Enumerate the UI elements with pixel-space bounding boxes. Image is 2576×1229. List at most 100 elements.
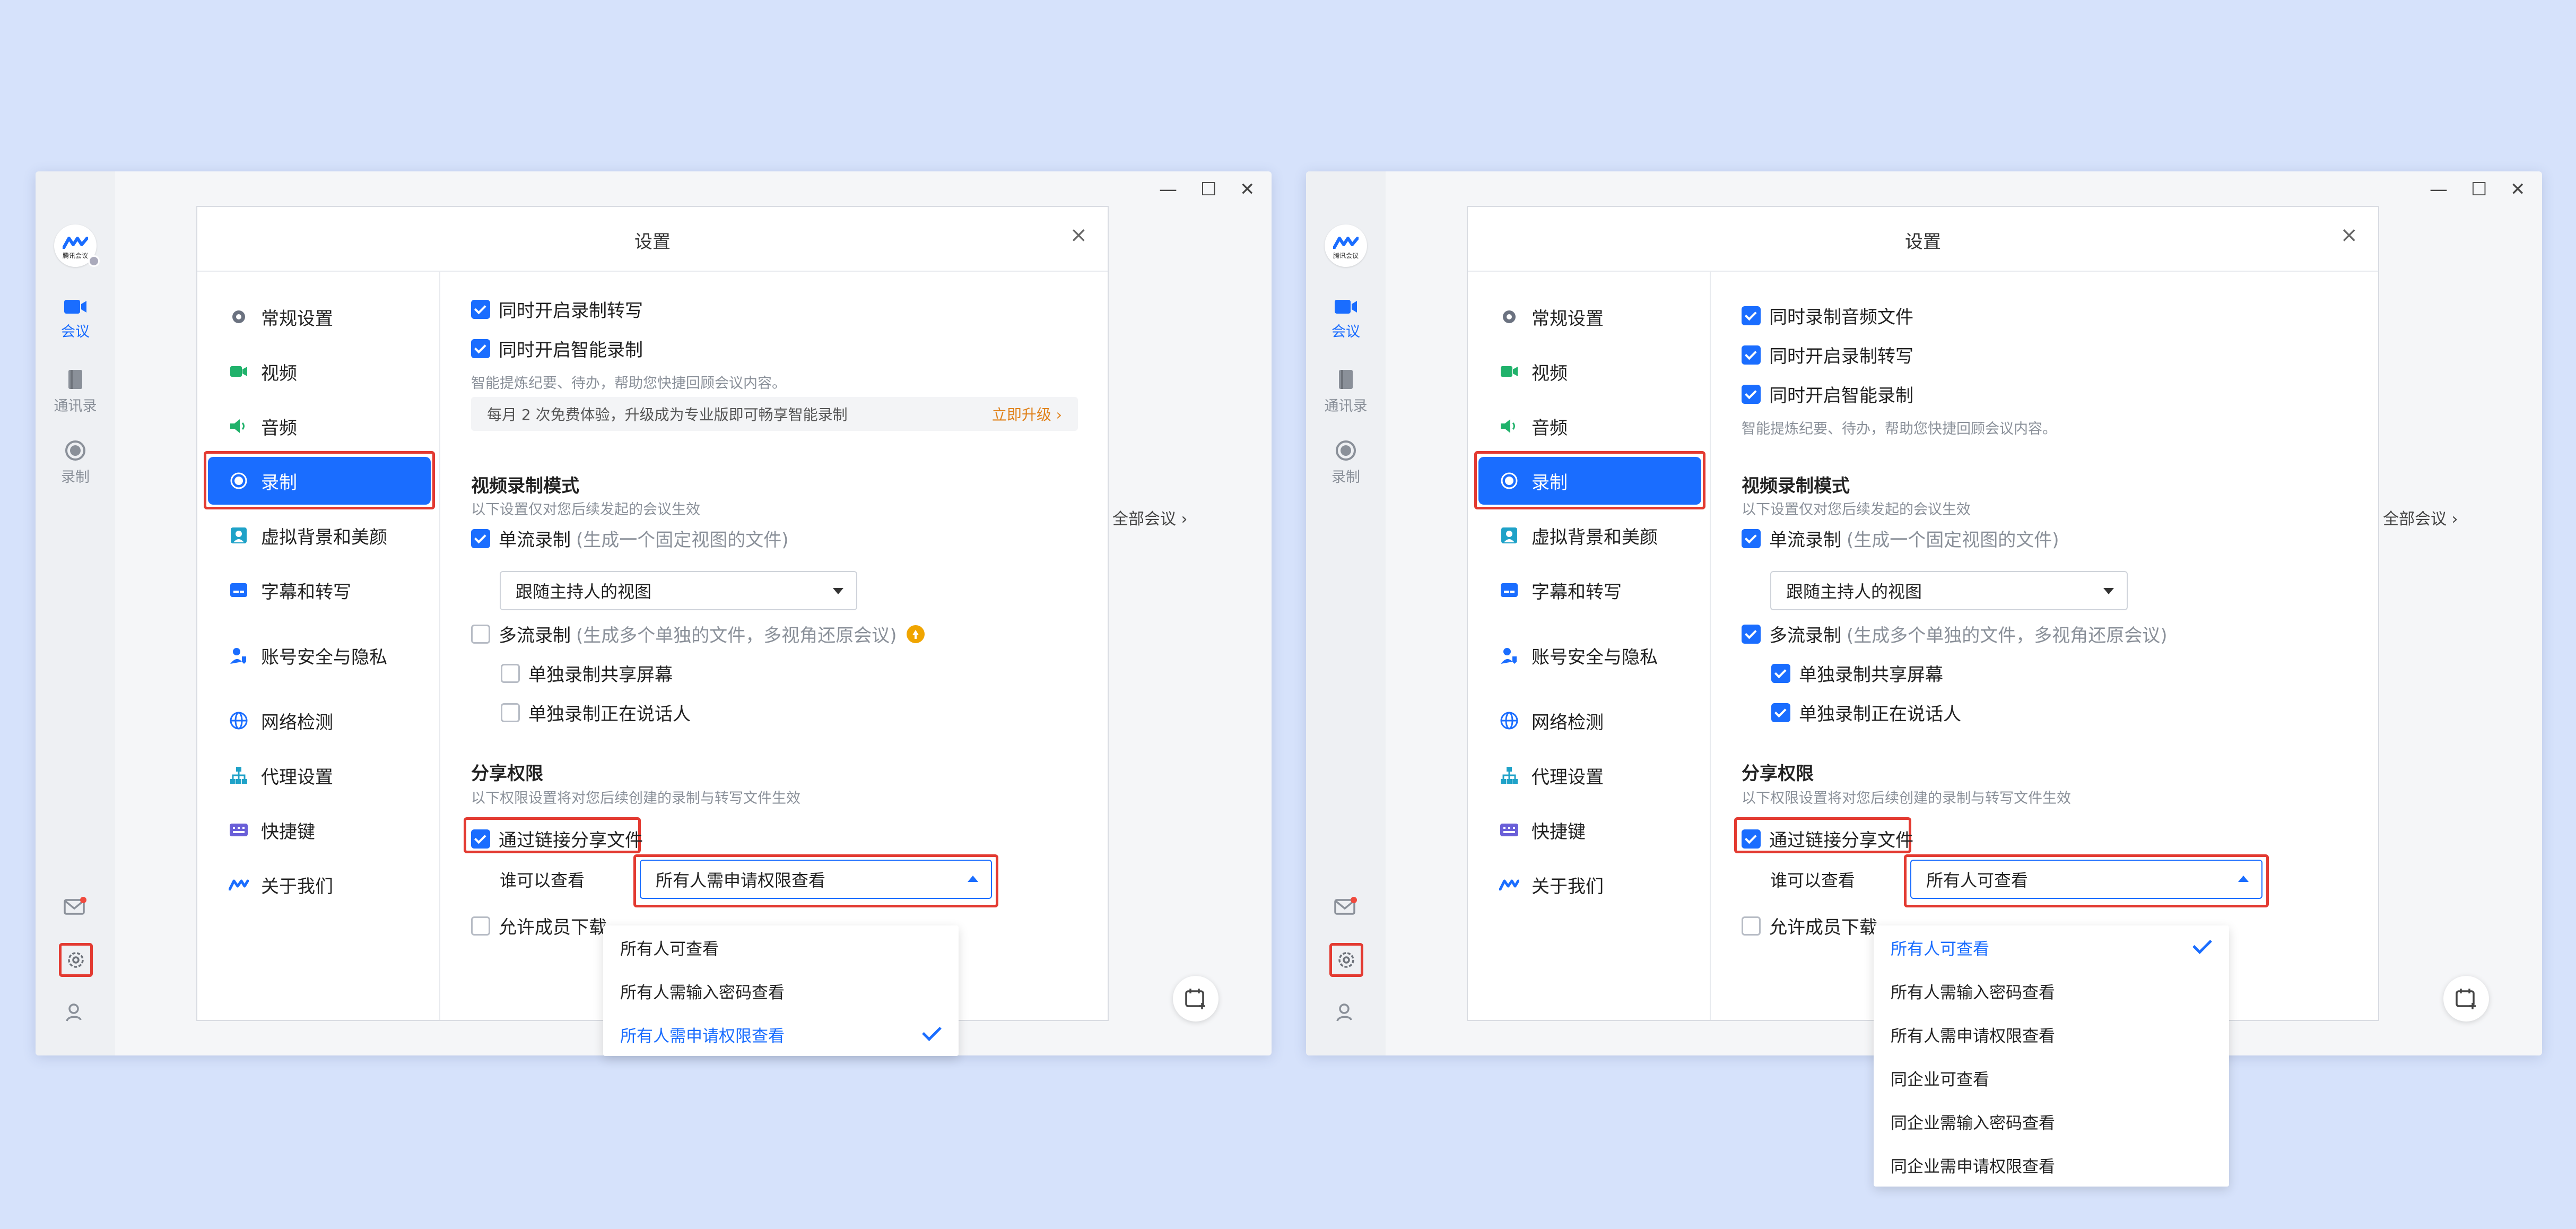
permission-option[interactable]: 所有人需输入密码查看 <box>1874 969 2229 1012</box>
solo-speaker-option[interactable]: 单独录制正在说话人 <box>1771 699 1961 725</box>
rec-transcribe-checkbox[interactable] <box>1742 345 1761 365</box>
settings-button[interactable] <box>1329 943 1363 977</box>
permission-select[interactable]: 所有人需申请权限查看 <box>640 860 992 899</box>
solo-screen-checkbox[interactable] <box>501 663 520 683</box>
nav-network-test[interactable]: 网络检测 <box>208 697 431 745</box>
rail-item-contacts[interactable]: 通讯录 <box>36 369 115 415</box>
multi-stream-checkbox[interactable] <box>1742 624 1761 644</box>
smart-record-checkbox[interactable] <box>1742 384 1761 404</box>
nav-security[interactable]: 账号安全与隐私 <box>208 631 431 679</box>
nav-proxy[interactable]: 代理设置 <box>208 751 431 799</box>
permission-option-selected[interactable]: 所有人需申请权限查看 <box>603 1012 959 1056</box>
gear-icon <box>1338 952 1354 968</box>
solo-speaker-option[interactable]: 单独录制正在说话人 <box>501 699 691 725</box>
minimize-button[interactable]: — <box>2430 179 2448 200</box>
solo-screen-option[interactable]: 单独录制共享屏幕 <box>501 660 673 686</box>
nav-about[interactable]: 关于我们 <box>1478 861 1701 908</box>
nav-audio[interactable]: 音频 <box>1478 402 1701 450</box>
dialog-close-button[interactable]: × <box>2340 223 2358 247</box>
nav-shortcuts[interactable]: 快捷键 <box>1478 806 1701 854</box>
close-window-button[interactable]: ✕ <box>1240 179 1255 200</box>
permission-option-selected[interactable]: 所有人可查看 <box>1874 925 2229 969</box>
option-label: 允许成员下载 <box>1769 917 1877 938</box>
nav-network-test[interactable]: 网络检测 <box>1478 697 1701 745</box>
allow-download-checkbox[interactable] <box>1742 916 1761 936</box>
maximize-button[interactable]: ☐ <box>2471 179 2487 200</box>
nav-recording[interactable]: 录制 <box>208 457 431 505</box>
rec-transcribe-option[interactable]: 同时开启录制转写 <box>471 296 643 322</box>
nav-audio[interactable]: 音频 <box>208 402 431 450</box>
schedule-button[interactable] <box>2443 976 2489 1022</box>
single-stream-option[interactable]: 单流录制 (生成一个固定视图的文件) <box>471 525 789 551</box>
all-meetings-link[interactable]: 全部会议 › <box>1112 506 1188 529</box>
profile-button[interactable] <box>1333 999 1359 1026</box>
share-link-option[interactable]: 通过链接分享文件 <box>1742 826 1913 852</box>
solo-screen-checkbox[interactable] <box>1771 663 1790 683</box>
close-window-button[interactable]: ✕ <box>2510 179 2526 200</box>
rail-item-meetings[interactable]: 会议 <box>1306 298 1386 341</box>
share-link-checkbox[interactable] <box>1742 829 1761 849</box>
mail-button[interactable] <box>1333 893 1359 920</box>
solo-screen-option[interactable]: 单独录制共享屏幕 <box>1771 660 1943 686</box>
dialog-close-button[interactable]: × <box>1069 223 1087 247</box>
smart-record-option[interactable]: 同时开启智能录制 <box>471 335 643 361</box>
permission-option[interactable]: 所有人需输入密码查看 <box>603 969 959 1012</box>
nav-general[interactable]: 常规设置 <box>1478 293 1701 341</box>
permission-option[interactable]: 所有人需申请权限查看 <box>1874 1012 2229 1056</box>
settings-button[interactable] <box>59 943 93 977</box>
rec-audio-checkbox[interactable] <box>1742 306 1761 325</box>
app-logo[interactable]: 腾讯会议 <box>54 224 100 267</box>
solo-speaker-checkbox[interactable] <box>1771 703 1790 722</box>
rail-item-meetings[interactable]: 会议 <box>36 298 115 341</box>
rec-transcribe-option[interactable]: 同时开启录制转写 <box>1742 342 1913 368</box>
upgrade-link[interactable]: 立即升级 › <box>992 403 1062 425</box>
solo-speaker-checkbox[interactable] <box>501 703 520 722</box>
single-stream-checkbox[interactable] <box>471 529 490 548</box>
maximize-button[interactable]: ☐ <box>1200 179 1216 200</box>
mail-button[interactable] <box>62 893 89 920</box>
rail-item-recordings[interactable]: 录制 <box>1306 440 1386 486</box>
permission-select[interactable]: 所有人可查看 <box>1910 860 2262 899</box>
single-stream-option[interactable]: 单流录制 (生成一个固定视图的文件) <box>1742 525 2059 551</box>
rec-transcribe-checkbox[interactable] <box>471 299 490 319</box>
rec-audio-option[interactable]: 同时录制音频文件 <box>1742 302 1913 328</box>
permission-option[interactable]: 同企业可查看 <box>1874 1056 2229 1100</box>
view-select[interactable]: 跟随主持人的视图 <box>1770 571 2128 610</box>
rail-item-contacts[interactable]: 通讯录 <box>1306 369 1386 415</box>
permission-option[interactable]: 所有人可查看 <box>603 925 959 969</box>
nav-subtitles[interactable]: 字幕和转写 <box>208 566 431 614</box>
allow-download-checkbox[interactable] <box>471 916 490 936</box>
nav-subtitles[interactable]: 字幕和转写 <box>1478 566 1701 614</box>
allow-download-option[interactable]: 允许成员下载 <box>1742 913 1877 939</box>
view-select[interactable]: 跟随主持人的视图 <box>500 571 857 610</box>
all-meetings-link[interactable]: 全部会议 › <box>2383 506 2458 529</box>
profile-button[interactable] <box>62 999 89 1026</box>
nav-video[interactable]: 视频 <box>1478 348 1701 395</box>
nav-recording[interactable]: 录制 <box>1478 457 1701 505</box>
permission-option[interactable]: 同企业需申请权限查看 <box>1874 1143 2229 1187</box>
nav-security[interactable]: 账号安全与隐私 <box>1478 631 1701 679</box>
smart-record-checkbox[interactable] <box>471 339 490 358</box>
permission-option[interactable]: 同企业需输入密码查看 <box>1874 1100 2229 1143</box>
nav-virtual-bg[interactable]: 虚拟背景和美颜 <box>208 512 431 559</box>
multi-stream-option[interactable]: 多流录制 (生成多个单独的文件，多视角还原会议) <box>471 621 925 647</box>
multi-stream-option[interactable]: 多流录制 (生成多个单独的文件，多视角还原会议) <box>1742 621 2168 647</box>
allow-download-option[interactable]: 允许成员下载 <box>471 913 607 939</box>
schedule-button[interactable] <box>1173 976 1219 1022</box>
rail-item-recordings[interactable]: 录制 <box>36 440 115 486</box>
share-link-checkbox[interactable] <box>471 829 490 849</box>
nav-about[interactable]: 关于我们 <box>208 861 431 908</box>
nav-general[interactable]: 常规设置 <box>208 293 431 341</box>
share-link-option[interactable]: 通过链接分享文件 <box>471 826 643 852</box>
smart-record-option[interactable]: 同时开启智能录制 <box>1742 381 1913 407</box>
multi-stream-checkbox[interactable] <box>471 624 490 644</box>
single-stream-checkbox[interactable] <box>1742 529 1761 548</box>
upgrade-info-icon[interactable] <box>906 625 925 643</box>
minimize-button[interactable]: — <box>1159 179 1177 200</box>
option-hint: (生成多个单独的文件，多视角还原会议) <box>576 625 897 646</box>
nav-virtual-bg[interactable]: 虚拟背景和美颜 <box>1478 512 1701 559</box>
nav-video[interactable]: 视频 <box>208 348 431 395</box>
nav-proxy[interactable]: 代理设置 <box>1478 751 1701 799</box>
app-logo[interactable]: 腾讯会议 <box>1325 224 1367 267</box>
nav-shortcuts[interactable]: 快捷键 <box>208 806 431 854</box>
